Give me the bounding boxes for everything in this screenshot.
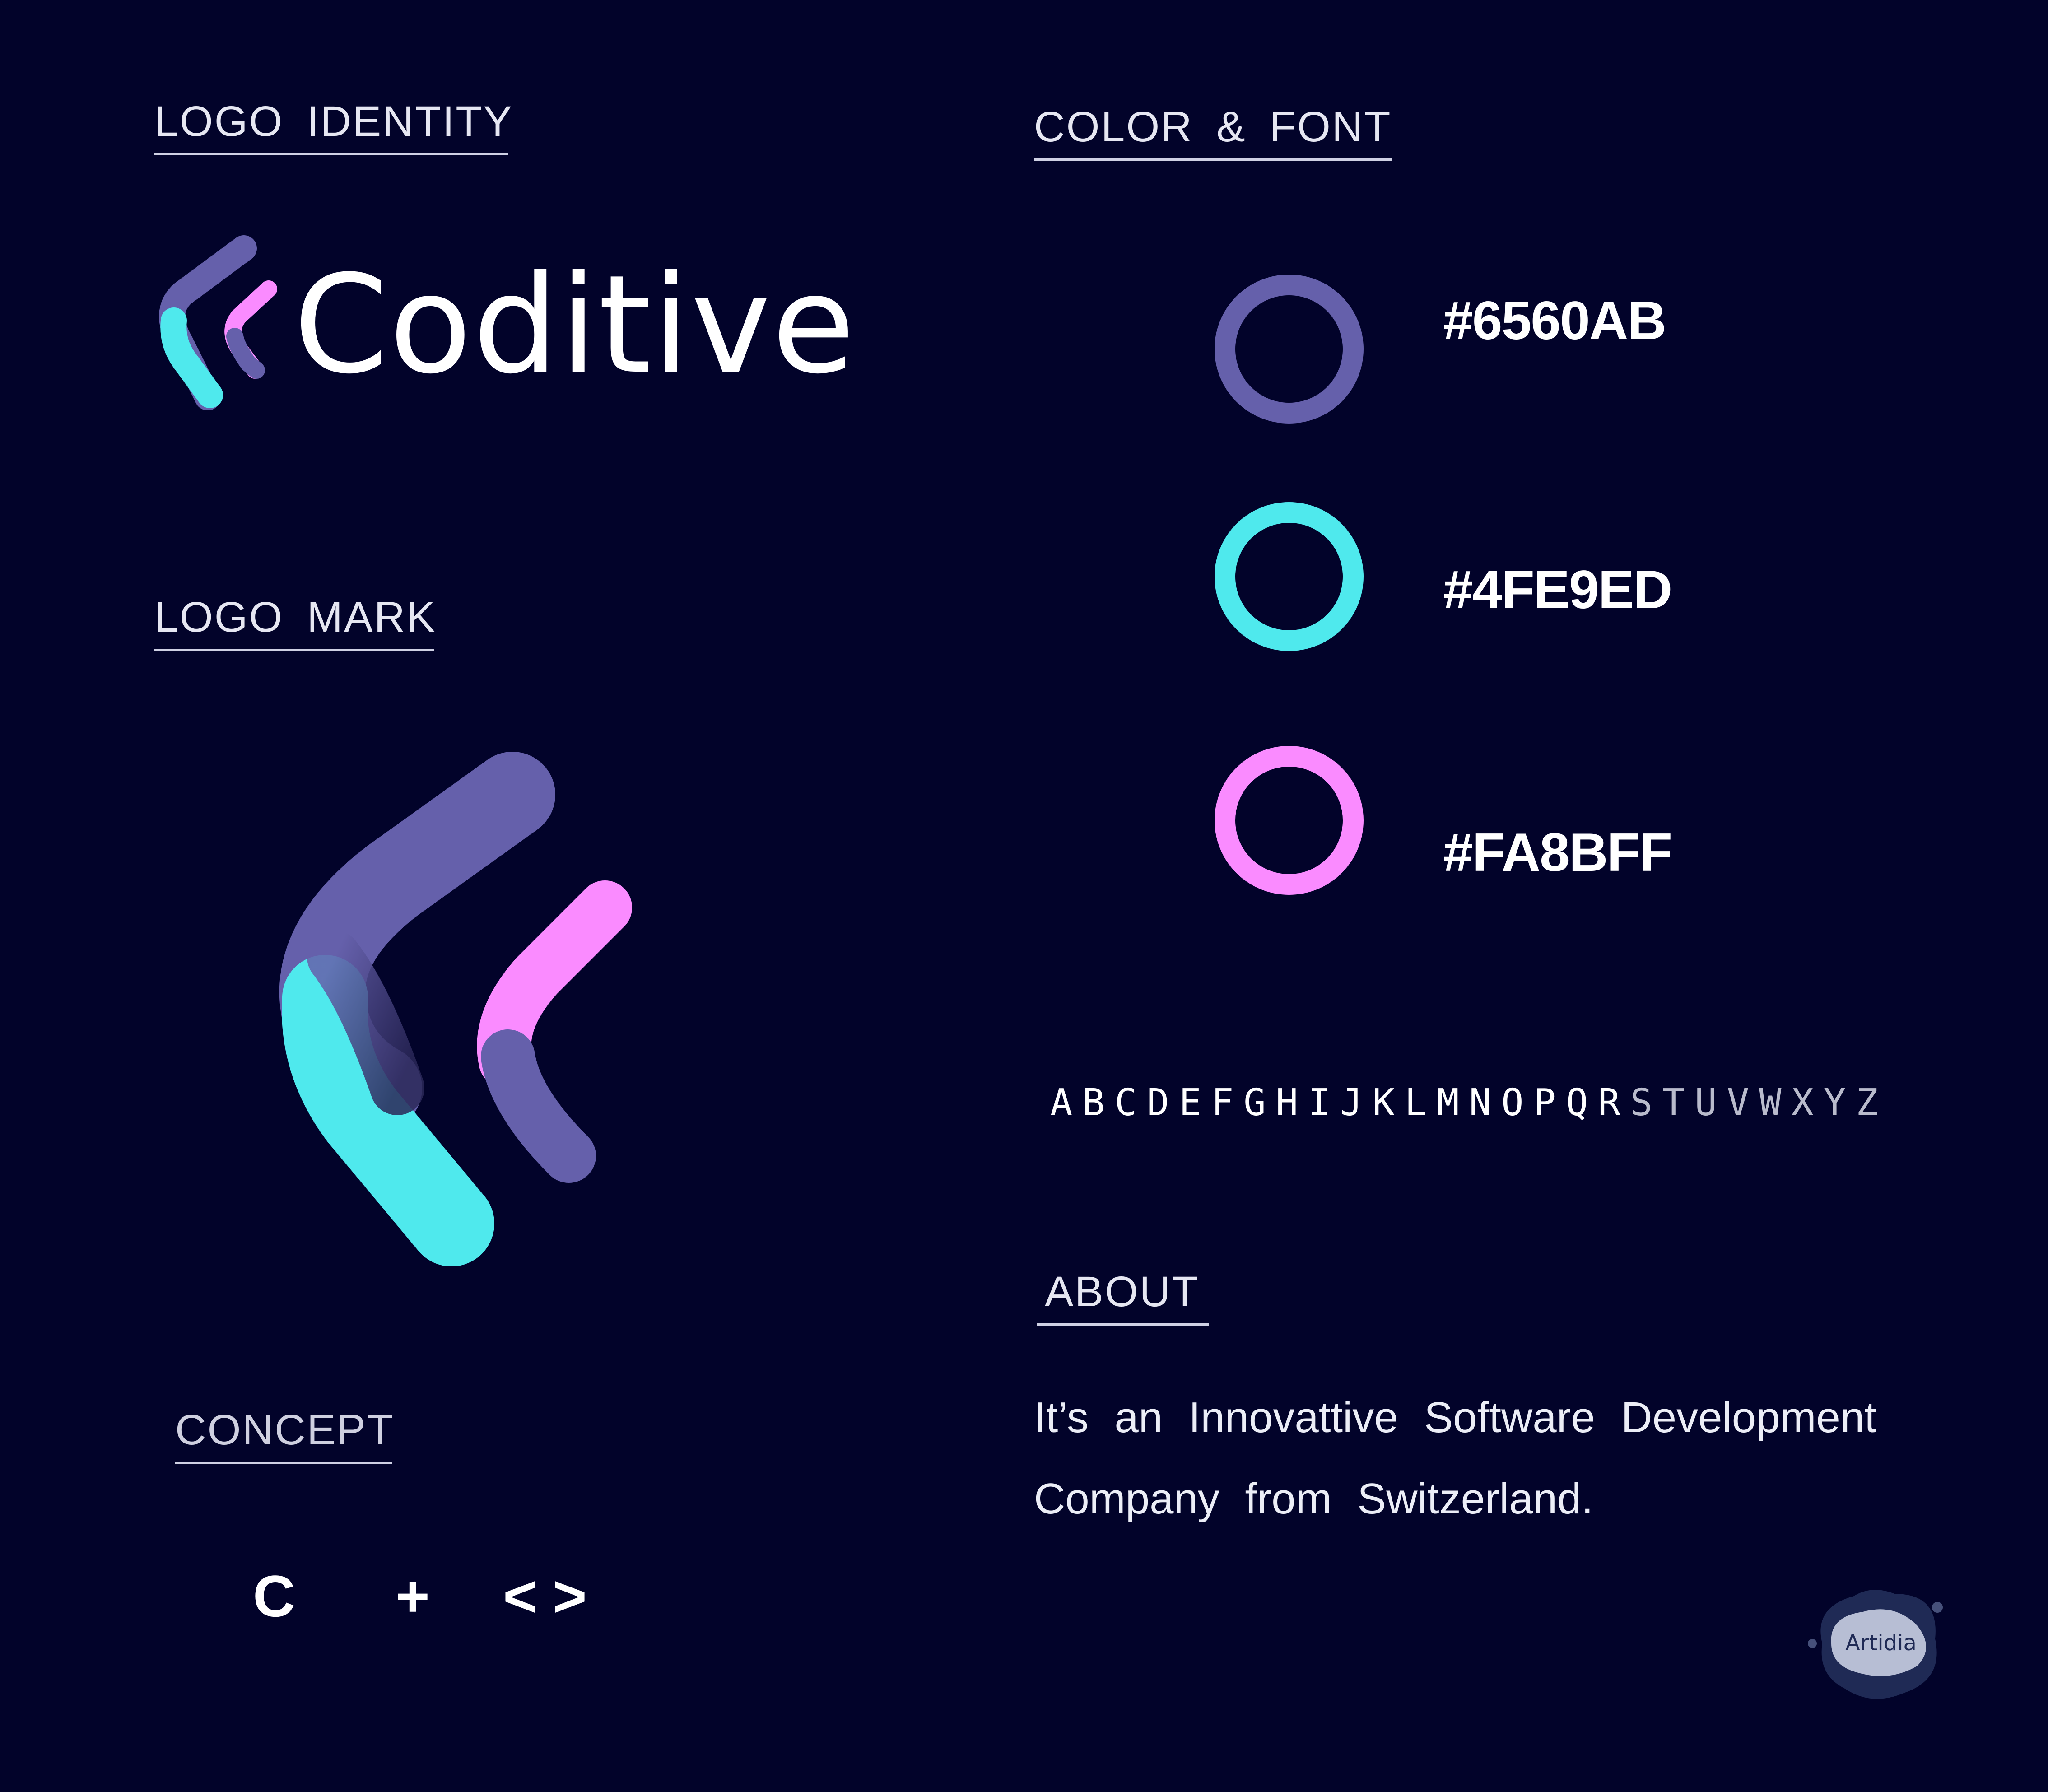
swatch-cyan-ring [1215,502,1364,651]
about-heading: ABOUT [1037,1271,1209,1326]
color-font-heading: COLOR & FONT [1034,106,1392,161]
font-alphabet-sample: ABCDEFGHIJKLMNOPQRSTUVWXYZ [1050,1085,1888,1122]
about-description: It’s an Innovattive Software Development… [1034,1393,1876,1523]
alphabet-secondary: STUVWXYZ [1630,1081,1888,1124]
swatch-purple-ring [1215,275,1364,424]
brand-wordmark: Coditive [293,246,856,404]
logo-mark-icon [279,752,632,1266]
concept-plus-sign: + [396,1563,430,1629]
artidia-watermark-logo: Artidia [1808,1590,1943,1699]
swatch-purple-hex: #6560AB [1443,290,1666,351]
alphabet-primary: ABCDEFGHIJKLMNOPQR [1050,1081,1630,1124]
watermark-text: Artidia [1845,1630,1917,1656]
swatch-pink-hex: #FA8BFF [1443,822,1672,883]
logo-mark-heading: LOGO MARK [154,596,435,651]
small-logo-mark-icon [159,235,277,410]
logo-identity-heading: LOGO IDENTITY [154,100,512,155]
concept-letter-c: C [253,1563,295,1629]
concept-code-brackets: <> [503,1563,602,1629]
swatch-pink-ring [1215,746,1364,895]
swatch-cyan-hex: #4FE9ED [1443,559,1672,620]
concept-heading: CONCEPT [175,1409,393,1464]
